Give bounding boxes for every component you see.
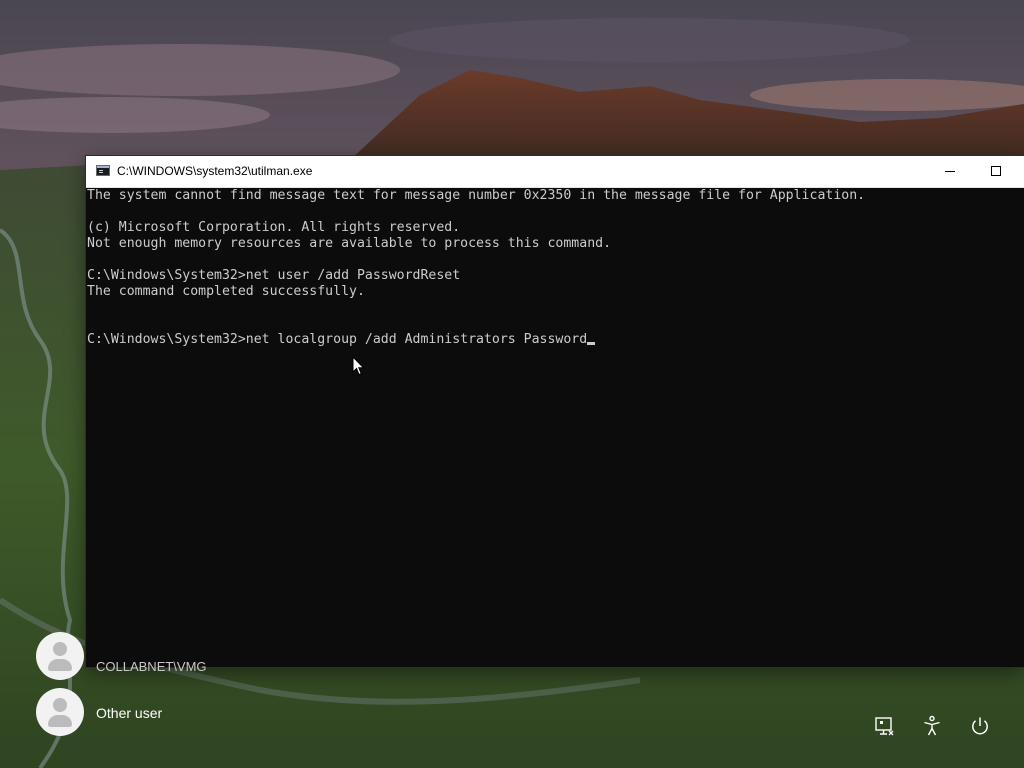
maximize-icon (991, 166, 1001, 176)
console-app-icon (96, 165, 110, 176)
text-cursor (587, 342, 596, 345)
user-avatar-icon[interactable] (36, 688, 84, 736)
lock-screen: C:\WINDOWS\system32\utilman.exe The syst… (0, 0, 1024, 768)
minimize-icon (945, 171, 955, 172)
maximize-button[interactable] (973, 156, 1019, 187)
minimize-button[interactable] (927, 156, 973, 187)
user-name[interactable]: COLLABNET\VMG (96, 659, 207, 674)
console-line: The command completed successfully. (87, 284, 365, 299)
console-line: C:\Windows\System32>net user /add Passwo… (87, 268, 461, 283)
console-input-line[interactable]: C:\Windows\System32>net localgroup /add … (87, 332, 596, 348)
console-line: The system cannot find message text for … (87, 188, 866, 203)
mouse-pointer-icon (352, 356, 365, 376)
power-icon[interactable] (968, 714, 992, 738)
network-icon[interactable] (872, 714, 896, 738)
window-title: C:\WINDOWS\system32\utilman.exe (117, 164, 313, 178)
console-prompt-command: C:\Windows\System32>net localgroup /add … (87, 332, 588, 347)
console-output[interactable]: The system cannot find message text for … (86, 188, 1024, 667)
user-avatar-icon[interactable] (36, 632, 84, 680)
console-line: Not enough memory resources are availabl… (87, 236, 612, 251)
accessibility-icon[interactable] (920, 714, 944, 738)
console-window[interactable]: C:\WINDOWS\system32\utilman.exe The syst… (86, 156, 1024, 667)
title-bar[interactable]: C:\WINDOWS\system32\utilman.exe (86, 156, 1024, 188)
console-line: (c) Microsoft Corporation. All rights re… (87, 220, 461, 235)
other-user-label[interactable]: Other user (96, 705, 162, 721)
